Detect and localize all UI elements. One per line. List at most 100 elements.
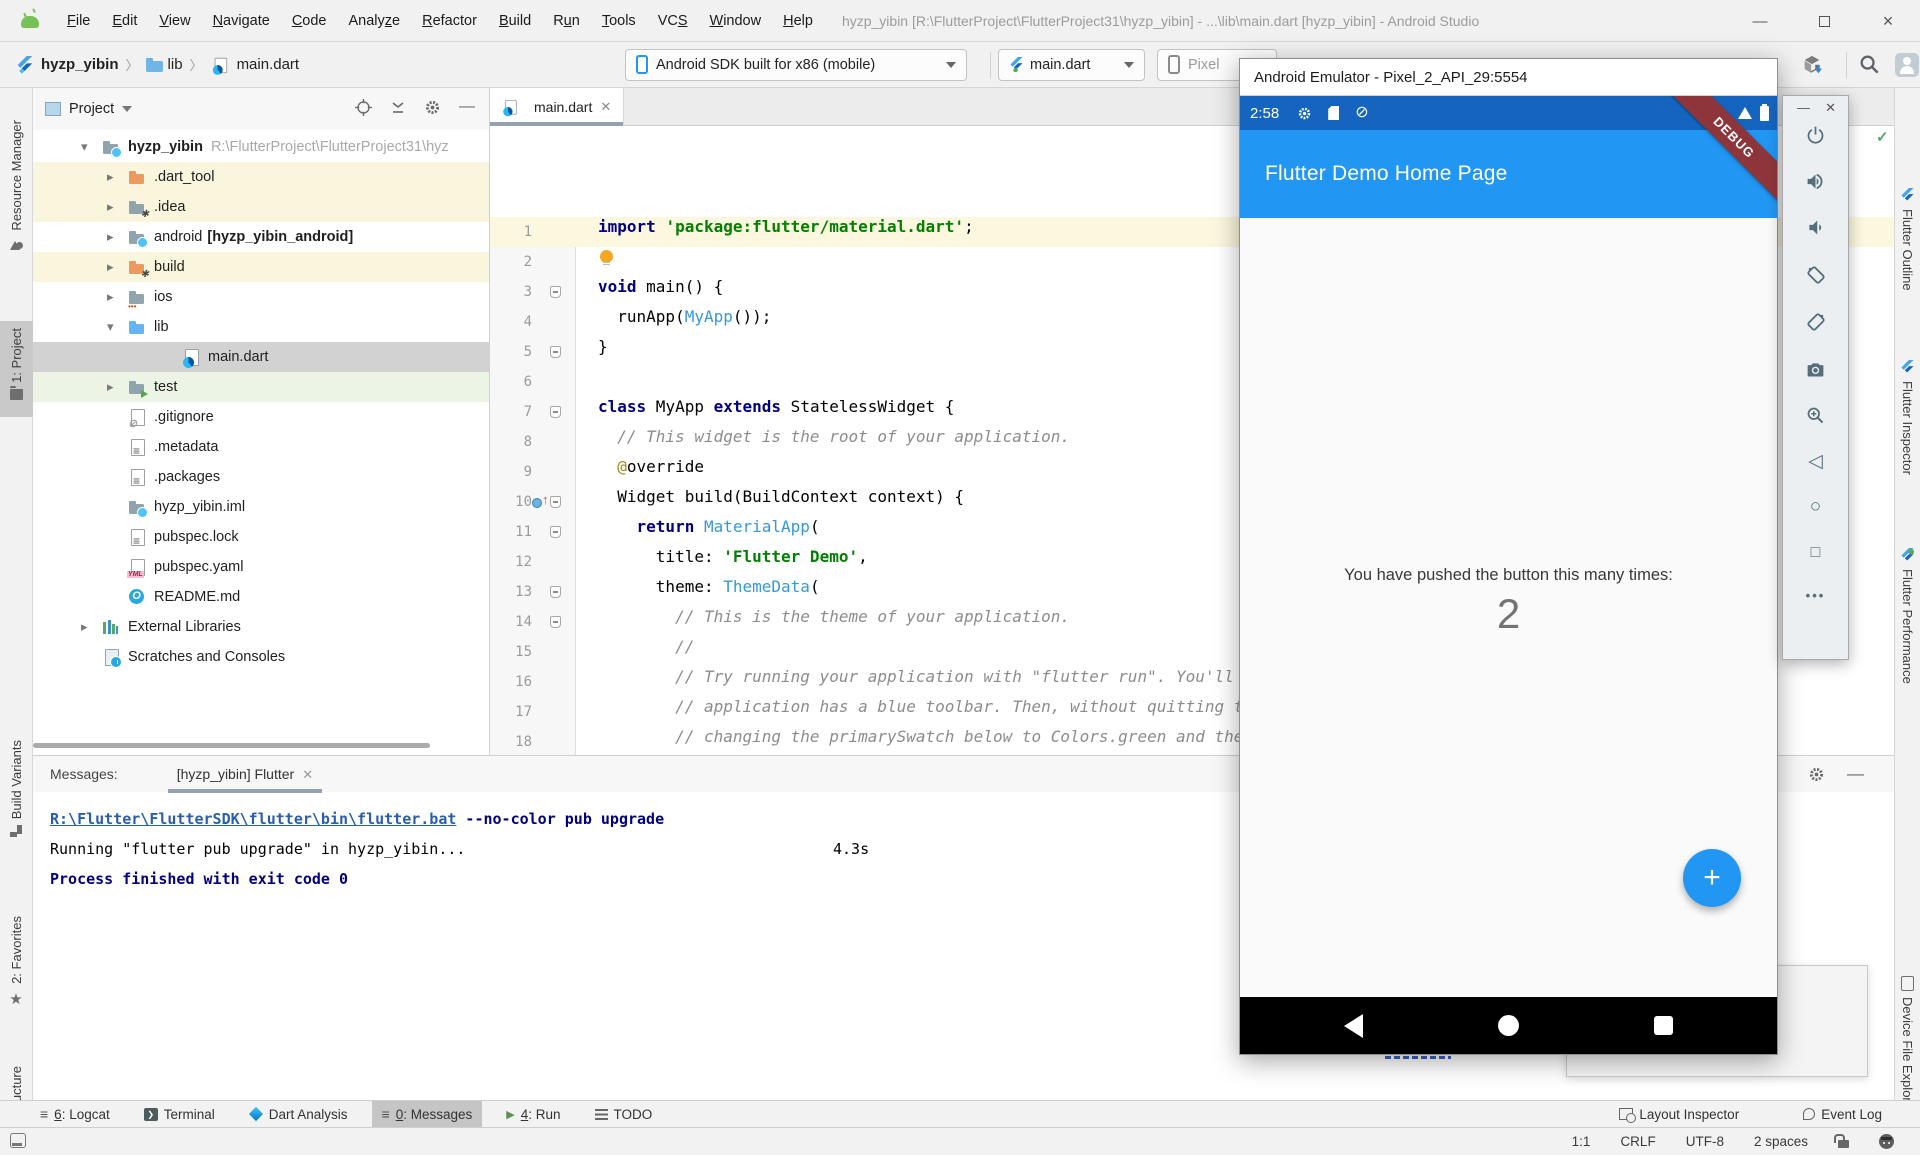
breadcrumb-project[interactable]: hyzp_yibin [41,56,119,73]
menu-code[interactable]: Code [281,0,338,42]
menu-navigate[interactable]: Navigate [202,0,281,42]
tree-item--dart-tool[interactable]: ▸.dart_tool [33,162,489,192]
maximize-button[interactable] [1792,0,1856,42]
fold-region-icon[interactable] [550,496,561,508]
volume-up-icon[interactable] [1805,171,1826,192]
project-panel-header[interactable]: Project — [33,88,489,130]
menu-refactor[interactable]: Refactor [411,0,488,42]
home-nav-icon[interactable] [1498,1015,1519,1036]
collapse-all-icon[interactable] [390,99,406,115]
tree-down-arrow-icon[interactable]: ▾ [107,319,127,335]
close-button[interactable]: × [1856,0,1920,42]
menu-run[interactable]: Run [542,0,591,42]
menu-view[interactable]: View [148,0,201,42]
fold-region-icon[interactable] [550,586,561,598]
emulator-title-bar[interactable]: Android Emulator - Pixel_2_API_29:5554 [1240,59,1777,96]
horizontal-scrollbar[interactable] [33,743,430,748]
menu-build[interactable]: Build [488,0,542,42]
toolwindow-dart-analysis[interactable]: Dart Analysis [239,1101,358,1128]
volume-down-icon[interactable] [1805,217,1826,238]
fold-region-icon[interactable] [550,346,561,358]
menu-vcs[interactable]: VCS [647,0,699,42]
event-log-button[interactable]: Event Log [1793,1101,1892,1128]
tree-item-main-dart[interactable]: main.dart [33,342,489,372]
overview-nav-icon[interactable] [1654,1016,1673,1035]
rotate-right-icon[interactable] [1805,311,1827,333]
gear-icon[interactable] [424,99,441,116]
tree-item-test[interactable]: ▸test [33,372,489,402]
locate-file-icon[interactable] [355,99,372,116]
fab-increment-button[interactable]: + [1683,849,1741,907]
console-file-link[interactable]: R:\Flutter\FlutterSDK\flutter\bin\flutte… [50,810,456,828]
tree-item-lib[interactable]: ▾lib [33,312,489,342]
sidebar-item-flutter-outline[interactable]: Flutter Outline [1895,188,1920,291]
emulator-more-icon[interactable]: ••• [1806,588,1826,603]
toolwindow-6-logcat[interactable]: ≡6: Logcat [30,1101,120,1128]
emulator-close-icon[interactable]: ✕ [1825,100,1836,116]
camera-icon[interactable] [1805,359,1826,380]
hide-panel-icon[interactable]: — [459,98,475,116]
minimize-panel-icon[interactable]: — [1847,764,1864,784]
caret-position[interactable]: 1:1 [1572,1134,1591,1149]
run-config-dropdown[interactable]: main.dart [998,49,1145,81]
override-method-icon[interactable] [532,495,550,509]
emulator-screen[interactable]: 2:58 ⊘ Flutter Demo Home Page DEBUG You … [1240,96,1777,1054]
sidebar-item-resource-manager[interactable]: Resource Manager [0,120,32,250]
tree-right-arrow-icon[interactable]: ▸ [107,379,127,395]
menu-window[interactable]: Window [699,0,773,42]
fold-region-icon[interactable] [550,406,561,418]
tree-item-hyzp-yibin[interactable]: ▾hyzp_yibinR:\FlutterProject\FlutterProj… [33,132,489,162]
tree-item--packages[interactable]: .packages [33,462,489,492]
emulator-overview-icon[interactable]: □ [1811,543,1821,563]
menu-analyze[interactable]: Analyze [338,0,412,42]
toolwindow-terminal[interactable]: ❯Terminal [134,1101,225,1128]
sidebar-item-flutter-inspector[interactable]: Flutter Inspector [1895,360,1920,475]
toolwindow-4-run[interactable]: ▶4: Run [496,1101,570,1128]
sidebar-item-favorites[interactable]: 2: Favorites ★ [0,916,32,1008]
tree-item-build[interactable]: ▸build [33,252,489,282]
tree-right-arrow-icon[interactable]: ▸ [107,289,127,305]
tree-item--metadata[interactable]: .metadata [33,432,489,462]
fold-region-icon[interactable] [550,526,561,538]
tree-right-arrow-icon[interactable]: ▸ [107,259,127,275]
tree-item-scratches-and-consoles[interactable]: Scratches and Consoles [33,642,489,672]
layout-inspector-button[interactable]: Layout Inspector [1609,1101,1749,1128]
device-selector-dropdown[interactable]: Android SDK built for x86 (mobile) [625,49,967,81]
line-separator[interactable]: CRLF [1620,1134,1655,1149]
sidebar-item-device-file-explorer[interactable]: Device File Explorer [1895,976,1920,1113]
toolwindow-0-messages[interactable]: ≡0: Messages [372,1101,483,1128]
tree-item--gitignore[interactable]: .gitignore [33,402,489,432]
tree-item--idea[interactable]: ▸.idea [33,192,489,222]
menu-tools[interactable]: Tools [591,0,647,42]
file-encoding[interactable]: UTF-8 [1686,1134,1724,1149]
tree-right-arrow-icon[interactable]: ▸ [107,169,127,185]
sdk-manager-button[interactable] [1799,52,1825,78]
close-tab-icon[interactable]: ✕ [600,99,611,115]
breadcrumb-folder[interactable]: lib [168,56,183,73]
tree-item-pubspec-lock[interactable]: pubspec.lock [33,522,489,552]
rotate-left-icon[interactable] [1805,264,1827,286]
tree-item-android[interactable]: ▸android[hyzp_yibin_android] [33,222,489,252]
tree-right-arrow-icon[interactable]: ▸ [107,229,127,245]
tree-item-hyzp-yibin-iml[interactable]: hyzp_yibin.iml [33,492,489,522]
tree-right-arrow-icon[interactable]: ▸ [81,619,101,635]
menu-edit[interactable]: Edit [101,0,148,42]
lock-icon[interactable] [1838,1140,1849,1148]
menu-help[interactable]: Help [772,0,824,42]
sidebar-item-flutter-performance[interactable]: Flutter Performance [1895,548,1920,684]
tree-item-readme-md[interactable]: README.md [33,582,489,612]
power-icon[interactable] [1805,124,1826,145]
gear-icon[interactable] [1808,766,1825,783]
breadcrumb-file[interactable]: main.dart [237,56,300,73]
search-everywhere-button[interactable] [1856,52,1882,78]
close-tab-icon[interactable]: ✕ [302,767,313,782]
back-nav-icon[interactable] [1344,1014,1363,1038]
tree-down-arrow-icon[interactable]: ▾ [81,139,101,155]
emulator-back-icon[interactable]: ◁ [1808,452,1823,472]
tree-item-ios[interactable]: ▸ios [33,282,489,312]
ide-status-icon[interactable] [1879,1134,1894,1149]
profile-button[interactable] [1894,52,1920,78]
emulator-home-icon[interactable]: ○ [1810,497,1821,517]
zoom-icon[interactable] [1805,405,1826,426]
emulator-minimize-icon[interactable]: — [1797,100,1810,116]
